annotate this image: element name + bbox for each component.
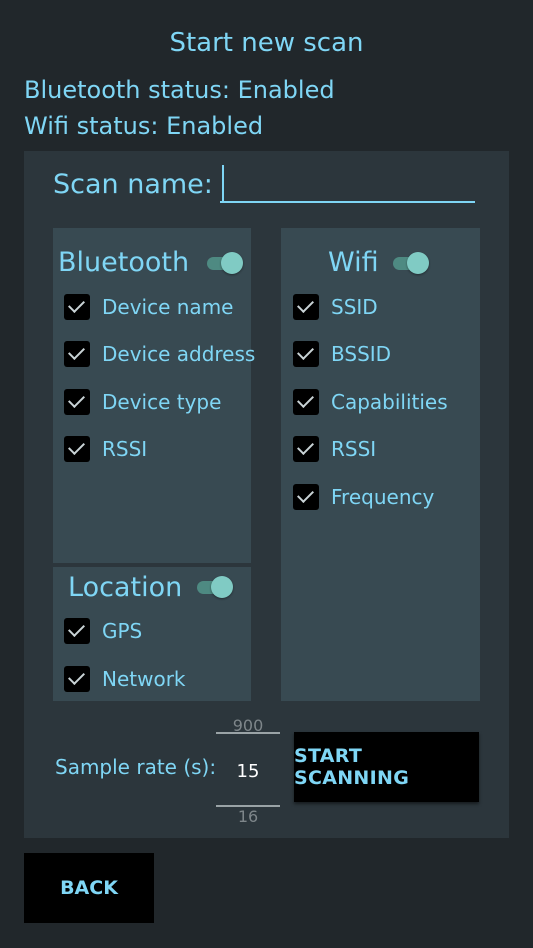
text-cursor [222, 165, 224, 201]
bt-device-type-label: Device type [102, 390, 222, 414]
wifi-capabilities-checkbox[interactable] [293, 389, 319, 415]
wifi-bssid-label: BSSID [331, 342, 392, 366]
bt-rssi-label: RSSI [102, 437, 148, 461]
bluetooth-toggle[interactable] [207, 251, 243, 275]
wifi-ssid-label: SSID [331, 295, 378, 319]
sample-rate-next[interactable]: 16 [216, 807, 280, 826]
wifi-capabilities-option[interactable]: Capabilities [293, 388, 448, 416]
loc-network-label: Network [102, 667, 186, 691]
bt-device-address-label: Device address [102, 342, 256, 366]
wifi-ssid-option[interactable]: SSID [293, 293, 378, 321]
wifi-frequency-option[interactable]: Frequency [293, 483, 434, 511]
scan-name-input[interactable] [220, 161, 475, 203]
loc-gps-label: GPS [102, 619, 143, 643]
wifi-rssi-checkbox[interactable] [293, 436, 319, 462]
wifi-toggle[interactable] [393, 251, 429, 275]
scan-name-label: Scan name: [53, 169, 213, 200]
scan-screen: Start new scan Bluetooth status: Enabled… [0, 0, 533, 948]
wifi-status: Wifi status: Enabled [24, 112, 264, 140]
scan-settings-card: Scan name: Bluetooth Device name Device … [24, 151, 509, 838]
wifi-title: Wifi [328, 247, 379, 278]
wifi-bssid-option[interactable]: BSSID [293, 340, 391, 368]
bluetooth-toggle-thumb [221, 252, 243, 274]
bluetooth-title: Bluetooth [58, 247, 190, 278]
wifi-ssid-checkbox[interactable] [293, 294, 319, 320]
location-title: Location [68, 572, 183, 603]
sample-rate-label: Sample rate (s): [55, 755, 217, 779]
loc-gps-checkbox[interactable] [64, 618, 90, 644]
wifi-panel: Wifi SSID BSSID Capabilities RSSI Freque… [281, 228, 480, 701]
location-toggle-thumb [211, 576, 233, 598]
loc-network-checkbox[interactable] [64, 666, 90, 692]
page-title: Start new scan [169, 28, 364, 58]
bt-device-type-option[interactable]: Device type [64, 388, 221, 416]
bt-device-name-option[interactable]: Device name [64, 293, 233, 321]
bluetooth-status: Bluetooth status: Enabled [24, 76, 335, 104]
loc-network-option[interactable]: Network [64, 665, 186, 693]
bt-rssi-option[interactable]: RSSI [64, 435, 147, 463]
wifi-bssid-checkbox[interactable] [293, 341, 319, 367]
bt-rssi-checkbox[interactable] [64, 436, 90, 462]
wifi-capabilities-label: Capabilities [331, 390, 448, 414]
location-toggle[interactable] [197, 575, 233, 599]
bt-device-address-checkbox[interactable] [64, 341, 90, 367]
start-scanning-button[interactable]: START SCANNING [294, 732, 479, 802]
bt-device-type-checkbox[interactable] [64, 389, 90, 415]
wifi-rssi-label: RSSI [331, 437, 377, 461]
wifi-frequency-checkbox[interactable] [293, 484, 319, 510]
bluetooth-panel: Bluetooth Device name Device address Dev… [53, 228, 255, 563]
back-button[interactable]: BACK [24, 853, 154, 923]
bt-device-address-option[interactable]: Device address [64, 340, 255, 368]
wifi-rssi-option[interactable]: RSSI [293, 435, 376, 463]
bt-device-name-checkbox[interactable] [64, 294, 90, 320]
picker-divider-top [216, 732, 280, 734]
wifi-toggle-thumb [407, 252, 429, 274]
sample-rate-current[interactable]: 15 [216, 761, 280, 782]
wifi-frequency-label: Frequency [331, 485, 435, 509]
loc-gps-option[interactable]: GPS [64, 617, 142, 645]
bt-device-name-label: Device name [102, 295, 234, 319]
location-panel: Location GPS Network [53, 567, 251, 701]
